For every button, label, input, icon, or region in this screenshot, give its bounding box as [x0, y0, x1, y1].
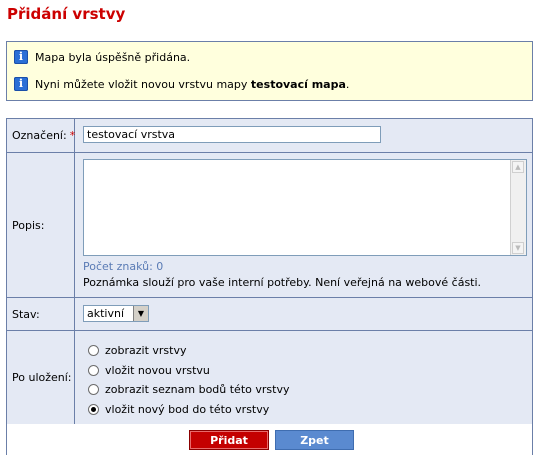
description-note: Poznámka slouží pro vaše interní potřeby… [83, 276, 482, 289]
info-icon: i [14, 77, 28, 91]
state-selected-value: aktivní [87, 307, 125, 320]
info-message-next: i Nyni můžete vložit novou vrstvu mapy t… [14, 76, 349, 92]
state-cell: aktivní ▼ [75, 298, 532, 330]
back-button[interactable]: Zpet [275, 430, 354, 450]
info-message-suffix: . [345, 77, 350, 91]
after-save-cell: zobrazit vrstvy vložit novou vrstvu zobr… [75, 331, 532, 424]
radio-button[interactable] [88, 383, 99, 395]
info-message-success: i Mapa byla úspěšně přidána. [14, 49, 190, 65]
radio-button-checked[interactable] [88, 403, 99, 415]
scroll-up-icon[interactable]: ▲ [512, 161, 524, 173]
radio-option-show-points[interactable]: zobrazit seznam bodů této vrstvy [88, 382, 289, 396]
radio-button[interactable] [88, 344, 99, 356]
info-box: i Mapa byla úspěšně přidána. i Nyni může… [6, 41, 533, 101]
add-button[interactable]: Přidat [189, 430, 269, 450]
description-cell: ▲ ▼ Počet znaků: 0 Poznámka slouží pro v… [75, 153, 532, 297]
radio-option-add-layer[interactable]: vložit novou vrstvu [88, 363, 210, 377]
info-message-prefix: Nyni můžete vložit novou vrstvu mapy [35, 77, 251, 91]
char-counter: Počet znaků: 0 [83, 260, 164, 273]
chevron-down-icon[interactable]: ▼ [133, 306, 148, 321]
name-input[interactable]: testovací vrstva [83, 126, 381, 143]
textarea-scrollbar[interactable]: ▲ ▼ [510, 160, 526, 255]
add-layer-form: Označení: * testovací vrstva Popis: ▲ ▼ P… [6, 118, 533, 455]
button-row: Přidat Zpet [7, 424, 532, 455]
scroll-down-icon[interactable]: ▼ [512, 242, 524, 254]
description-textarea[interactable]: ▲ ▼ [83, 159, 527, 256]
info-icon: i [14, 50, 28, 64]
radio-option-add-point[interactable]: vložit nový bod do této vrstvy [88, 402, 269, 416]
description-label: Popis: [7, 153, 75, 297]
page-title: Přidání vrstvy [7, 5, 126, 23]
state-label: Stav: [7, 298, 75, 330]
radio-option-show-layers[interactable]: zobrazit vrstvy [88, 343, 187, 357]
info-message-text: Mapa byla úspěšně přidána. [35, 50, 191, 64]
map-name: testovací mapa [250, 77, 346, 91]
state-select[interactable]: aktivní ▼ [83, 305, 149, 322]
name-label: Označení: * [7, 119, 75, 152]
after-save-label: Po uložení: [7, 331, 75, 424]
name-cell: testovací vrstva [75, 119, 532, 152]
radio-button[interactable] [88, 364, 99, 376]
